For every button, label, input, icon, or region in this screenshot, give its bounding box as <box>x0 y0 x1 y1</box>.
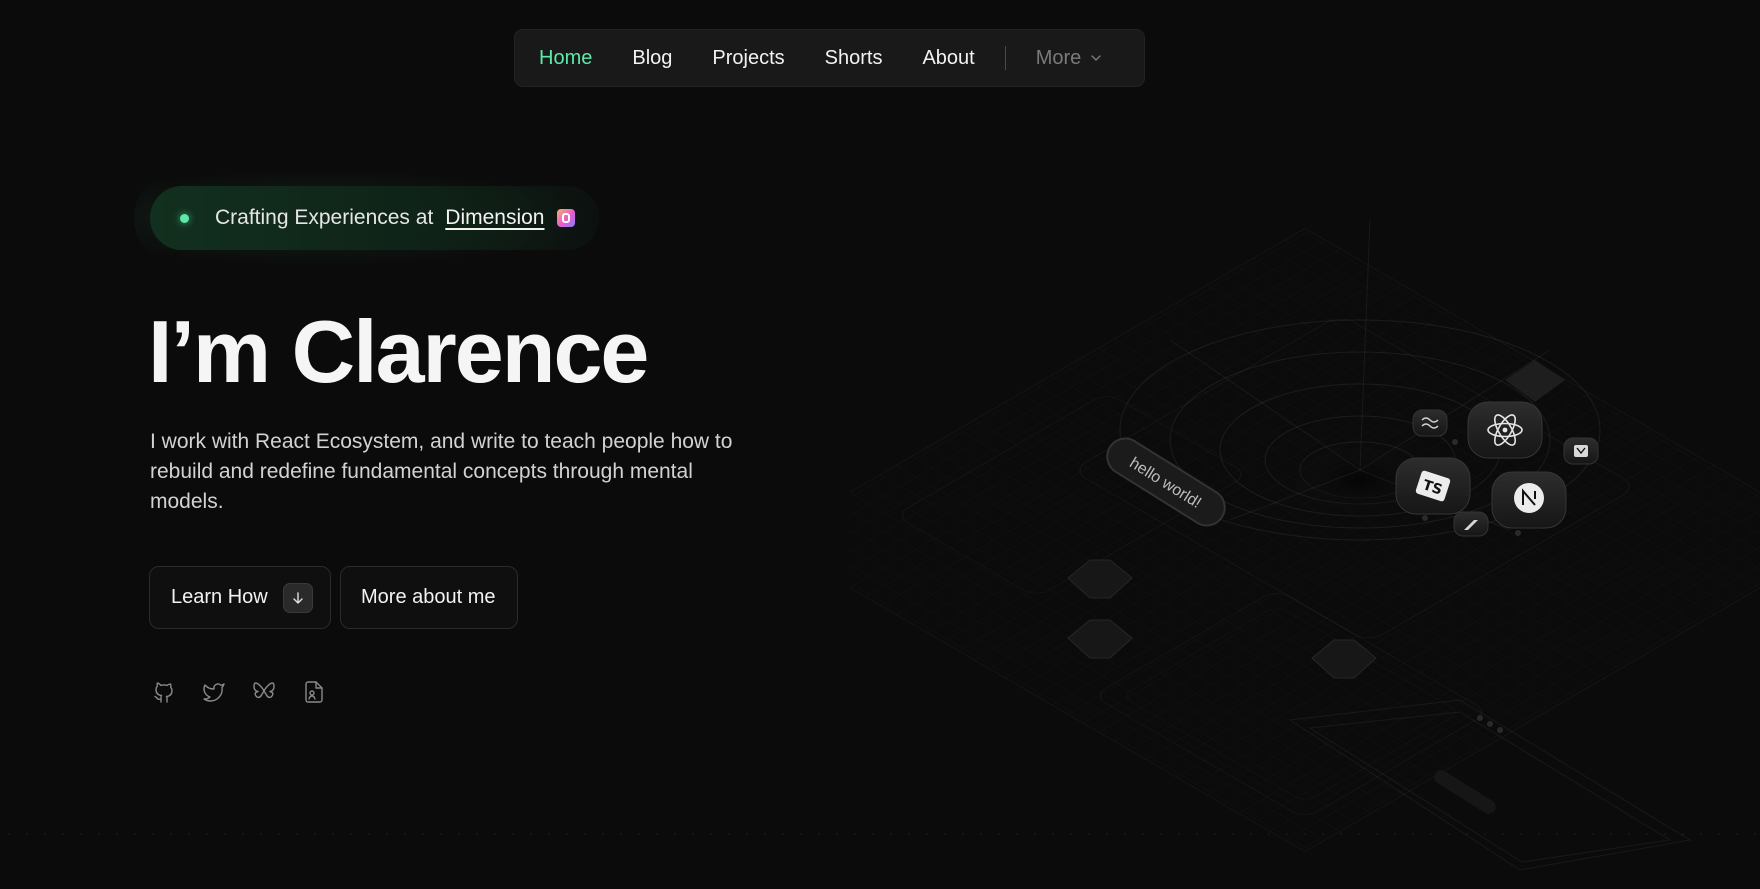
more-about-me-button[interactable]: More about me <box>340 566 518 629</box>
status-dot <box>180 213 189 223</box>
grid-plane <box>850 228 1760 852</box>
tailwind-icon <box>1412 409 1448 437</box>
typescript-icon: TS <box>1395 457 1471 515</box>
nav-shorts[interactable]: Shorts <box>825 47 883 70</box>
page: Home Blog Projects Shorts About More Cra… <box>0 0 1760 889</box>
nav-more-dropdown[interactable]: More <box>1036 47 1103 70</box>
nav-more-label: More <box>1035 46 1082 69</box>
framer-icon <box>1453 511 1489 537</box>
dimension-logo-icon <box>556 209 575 227</box>
isometric-stack-illustration: TS hello world! <box>850 219 1760 871</box>
nav-projects[interactable]: Projects <box>712 47 784 70</box>
resume-icon[interactable] <box>302 680 326 704</box>
hero-description: I work with React Ecosystem, and write t… <box>150 430 733 513</box>
nextjs-icon <box>1491 471 1567 529</box>
learn-how-button[interactable]: Learn How <box>149 566 331 629</box>
more-about-me-label: More about me <box>361 586 496 608</box>
arrow-down-icon <box>282 582 313 613</box>
social-links <box>152 680 326 704</box>
bluesky-icon[interactable] <box>252 680 276 704</box>
dimension-link[interactable]: Dimension <box>445 206 544 230</box>
nav-about[interactable]: About <box>922 47 974 70</box>
learn-how-label: Learn How <box>171 586 268 608</box>
nav-home[interactable]: Home <box>539 47 592 70</box>
github-icon[interactable] <box>152 680 176 704</box>
top-nav: Home Blog Projects Shorts About More <box>514 29 1145 87</box>
chevron-down-icon <box>1091 55 1101 61</box>
hero-title: I’m Clarence <box>148 302 649 401</box>
badge-text: Crafting Experiences at <box>215 206 434 229</box>
vercel-icon <box>1563 437 1599 465</box>
status-badge: Crafting Experiences at Dimension <box>150 186 599 250</box>
nav-divider <box>1004 46 1006 70</box>
nav-blog[interactable]: Blog <box>632 47 672 70</box>
twitter-icon[interactable] <box>202 680 226 704</box>
